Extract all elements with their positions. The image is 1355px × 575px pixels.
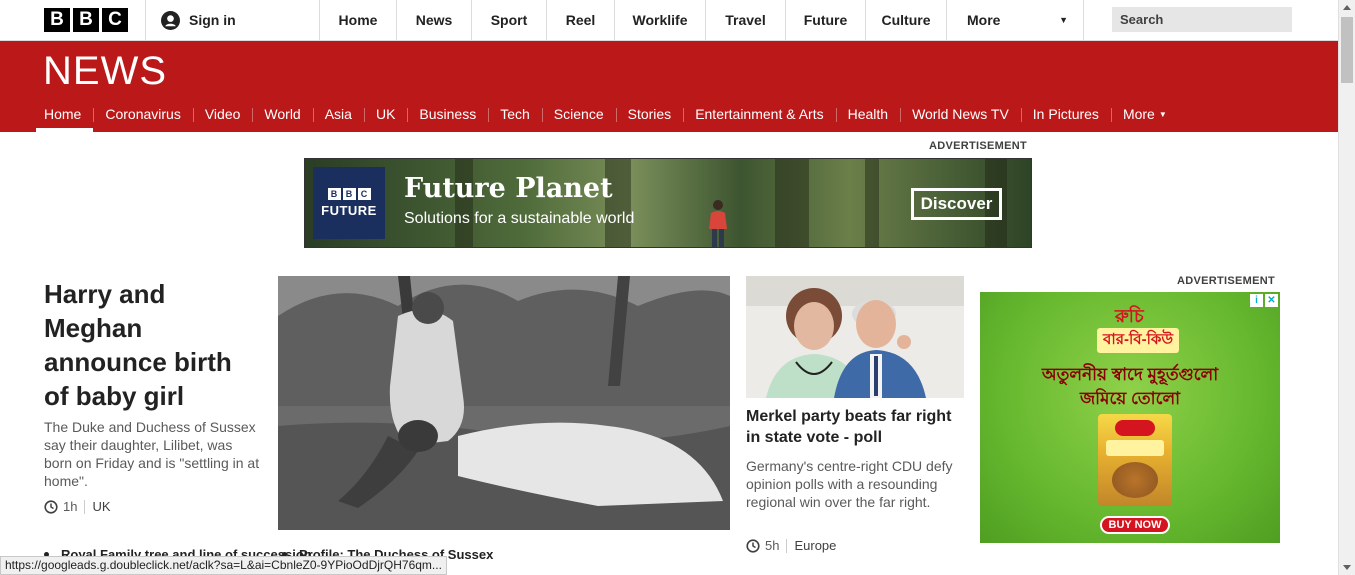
second-story-time: 5h <box>765 538 780 553</box>
adchoices[interactable]: i ✕ <box>1250 294 1278 307</box>
global-nav-home[interactable]: Home <box>320 0 397 40</box>
bbc-logo-letter: B <box>73 8 99 32</box>
section-nav-world-news-tv[interactable]: World News TV <box>900 102 1021 132</box>
second-story-photo[interactable] <box>746 276 964 398</box>
global-nav-more-label: More <box>967 12 1001 28</box>
clock-icon <box>746 538 760 553</box>
ad-tagline-line2: জমিয়ে তোলো <box>1079 389 1181 408</box>
banner-tree-trunk <box>775 159 809 247</box>
chevron-down-icon: ▼ <box>1059 15 1068 25</box>
pack-logo <box>1115 420 1155 436</box>
global-nav-news[interactable]: News <box>397 0 472 40</box>
section-nav-in-pictures[interactable]: In Pictures <box>1020 102 1111 132</box>
second-photo-scene <box>746 276 964 398</box>
section-nav-health[interactable]: Health <box>835 102 900 132</box>
scroll-down-arrow-icon[interactable] <box>1343 565 1351 570</box>
second-story-meta: 5h Europe <box>746 538 836 553</box>
badge-letter: B <box>342 188 356 200</box>
sign-in-link[interactable]: Sign in <box>145 0 320 40</box>
vertical-scrollbar[interactable] <box>1338 0 1355 575</box>
lead-story-photo[interactable] <box>278 276 730 530</box>
badge-word: FUTURE <box>321 203 377 218</box>
global-nav-sport[interactable]: Sport <box>472 0 547 40</box>
bbc-logo-letter: C <box>102 8 128 32</box>
section-nav-home[interactable]: Home <box>36 102 94 132</box>
ad-product: বার-বি-কিউ <box>1097 328 1180 353</box>
section-nav-stories[interactable]: Stories <box>615 102 684 132</box>
section-nav-coronavirus[interactable]: Coronavirus <box>93 102 192 132</box>
section-nav-more-label: More <box>1122 106 1155 122</box>
lead-story-meta: 1h UK <box>44 499 111 514</box>
banner-subtitle: Solutions for a sustainable world <box>404 210 635 227</box>
second-story-tag[interactable]: Europe <box>794 538 836 553</box>
bbc-logo[interactable]: B B C <box>44 8 128 32</box>
discover-button[interactable]: Discover <box>911 188 1002 220</box>
global-nav-travel[interactable]: Travel <box>706 0 786 40</box>
section-nav-uk[interactable]: UK <box>363 102 407 132</box>
caret-down-icon: ▼ <box>1158 110 1167 119</box>
section-nav: Home Coronavirus Video World Asia UK Bus… <box>36 102 1179 132</box>
ad-product-pack-image <box>1098 414 1172 506</box>
buy-now-button[interactable]: BUY NOW <box>1100 516 1170 534</box>
badge-letter: B <box>327 188 341 200</box>
section-nav-asia[interactable]: Asia <box>312 102 364 132</box>
pack-label <box>1106 440 1164 456</box>
section-nav-science[interactable]: Science <box>541 102 616 132</box>
sign-in-label: Sign in <box>189 12 236 28</box>
search-box <box>1112 7 1295 32</box>
lead-story-time: 1h <box>63 499 78 514</box>
lead-story-headline[interactable]: Harry and Meghan announce birth of baby … <box>44 277 259 413</box>
banner-title: Future Planet <box>404 173 613 204</box>
meta-divider <box>786 538 788 553</box>
global-nav-future[interactable]: Future <box>786 0 866 40</box>
banner-advertisement[interactable]: B B C FUTURE Future Planet Solutions for… <box>304 158 1032 248</box>
badge-letter: C <box>357 188 371 200</box>
advertisement-label: ADVERTISEMENT <box>1177 275 1276 287</box>
section-nav-business[interactable]: Business <box>407 102 488 132</box>
second-story-summary: Germany's centre-right CDU defy opinion … <box>746 458 953 510</box>
global-nav-more[interactable]: More ▼ <box>947 0 1084 40</box>
search-input[interactable] <box>1120 12 1295 27</box>
global-nav: Home News Sport Reel Worklife Travel Fut… <box>320 0 1084 40</box>
section-nav-more[interactable]: More ▼ <box>1110 102 1179 132</box>
global-nav-reel[interactable]: Reel <box>547 0 615 40</box>
adchoices-close-icon[interactable]: ✕ <box>1265 294 1278 307</box>
clock-icon <box>44 499 58 514</box>
scroll-up-arrow-icon[interactable] <box>1343 5 1351 10</box>
meta-divider <box>84 499 86 514</box>
pack-biscuits <box>1112 462 1158 498</box>
browser-status-bar: https://googleads.g.doubleclick.net/aclk… <box>0 556 447 575</box>
second-story-headline[interactable]: Merkel party beats far right in state vo… <box>746 406 966 448</box>
section-nav-video[interactable]: Video <box>192 102 253 132</box>
bbc-future-badge: B B C FUTURE <box>313 167 385 239</box>
lead-photo-scene <box>278 276 730 530</box>
global-nav-worklife[interactable]: Worklife <box>615 0 706 40</box>
side-advertisement[interactable]: i ✕ রুচি বার-বি-কিউ অতুলনীয় স্বাদে মুহূ… <box>980 292 1280 543</box>
lead-story-tag[interactable]: UK <box>92 499 110 514</box>
advertisement-label: ADVERTISEMENT <box>929 140 1028 152</box>
section-nav-tech[interactable]: Tech <box>488 102 542 132</box>
user-icon <box>161 10 180 30</box>
global-nav-culture[interactable]: Culture <box>866 0 947 40</box>
global-header: B B C Sign in Home News Sport Reel Workl… <box>0 0 1338 41</box>
section-nav-world[interactable]: World <box>252 102 312 132</box>
scrollbar-thumb[interactable] <box>1341 17 1353 83</box>
news-logo[interactable]: NEWS <box>43 51 167 91</box>
bbc-logo-letter: B <box>44 8 70 32</box>
section-nav-entertainment-arts[interactable]: Entertainment & Arts <box>683 102 835 132</box>
lead-story-summary: The Duke and Duchess of Sussex say their… <box>44 419 260 489</box>
news-header: NEWS Home Coronavirus Video World Asia U… <box>0 41 1338 132</box>
banner-tree-trunk <box>865 159 879 247</box>
adchoices-info-icon[interactable]: i <box>1250 294 1263 307</box>
banner-person-figure <box>709 200 727 247</box>
